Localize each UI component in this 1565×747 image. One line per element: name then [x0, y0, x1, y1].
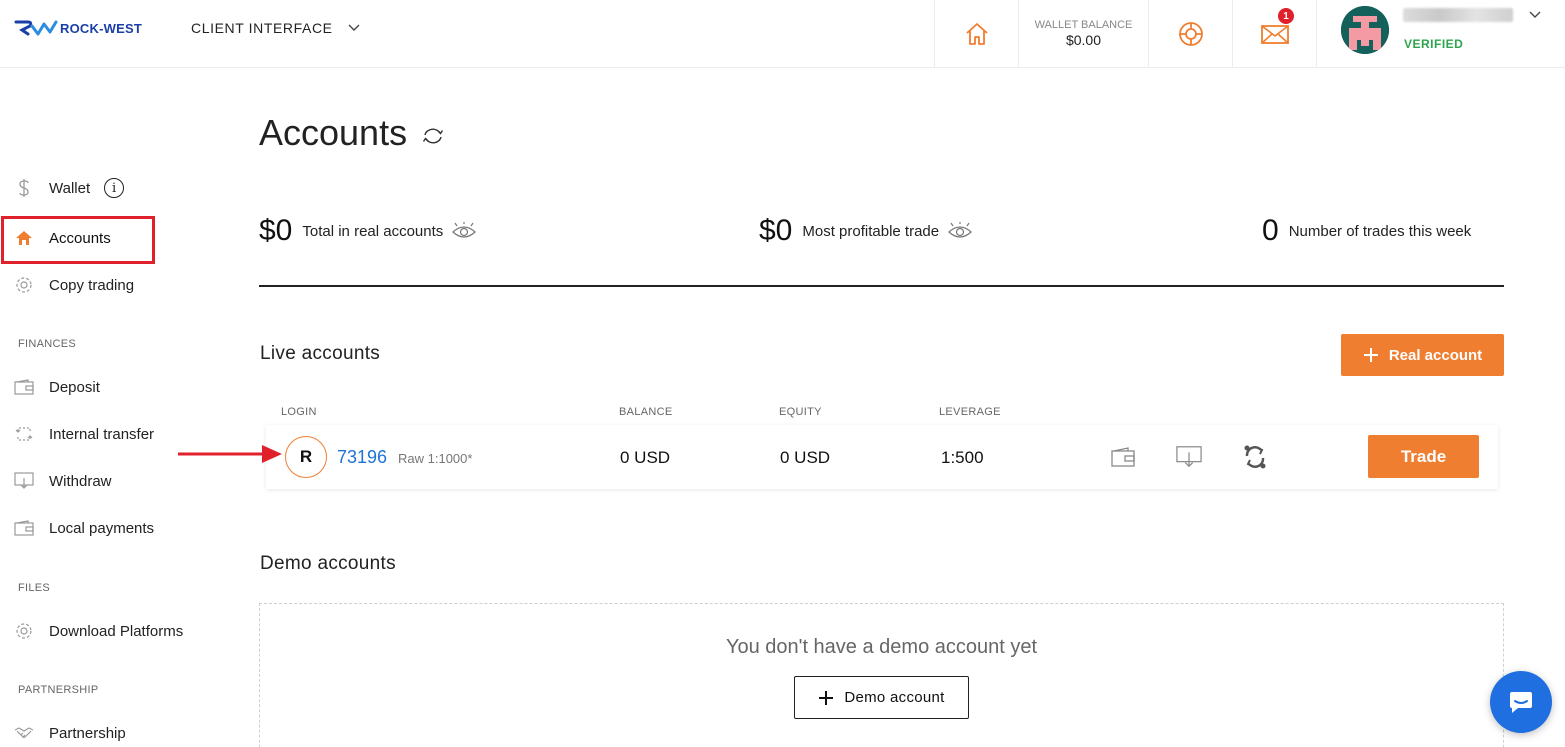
refresh-icon[interactable] [421, 126, 445, 146]
withdraw-icon [1176, 446, 1202, 468]
stat-label: Most profitable trade [802, 222, 940, 240]
column-header-balance: BALANCE [619, 406, 673, 418]
plus-icon [1363, 348, 1378, 362]
page-title-text: Accounts [259, 112, 408, 153]
lifebuoy-icon [1178, 22, 1203, 46]
sidebar-item-label: Copy trading [49, 276, 135, 294]
stat-total-real: $0 Total in real accounts [259, 214, 477, 248]
column-header-login: LOGIN [281, 406, 317, 418]
info-icon[interactable]: i [104, 178, 125, 198]
stat-label: Number of trades this week [1288, 222, 1472, 240]
wallet-balance[interactable]: WALLET BALANCE $0.00 [1018, 0, 1148, 68]
column-header-equity: EQUITY [779, 406, 822, 418]
plus-icon [819, 690, 834, 705]
wallet-icon [1111, 447, 1135, 467]
account-login-link[interactable]: 73196 [337, 447, 387, 468]
sidebar-item-download-platforms[interactable]: Download Platforms [14, 621, 183, 641]
trade-button[interactable]: Trade [1368, 435, 1479, 478]
sidebar-section-files: FILES [18, 582, 51, 594]
column-header-leverage: LEVERAGE [939, 406, 1001, 418]
account-type-label: Raw 1:1000* [398, 451, 473, 466]
stat-trades-week: 0 Number of trades this week [1262, 214, 1479, 248]
account-equity: 0 USD [780, 448, 831, 467]
account-leverage: 1:500 [941, 448, 984, 467]
wallet-icon [14, 377, 34, 397]
real-account-label: Real account [1388, 346, 1483, 364]
sidebar-item-label: Wallet [49, 179, 91, 197]
home-icon [14, 228, 34, 248]
rock-west-logo-icon [14, 20, 58, 36]
stat-label: Total in real accounts [302, 222, 444, 240]
sidebar-item-label: Download Platforms [49, 622, 184, 640]
withdraw-icon [14, 471, 34, 491]
stat-value: $0 [259, 214, 293, 247]
wallet-icon [14, 518, 34, 538]
transfer-action-button[interactable] [1242, 444, 1268, 470]
deposit-action-button[interactable] [1110, 444, 1136, 470]
sidebar-item-label: Partnership [49, 724, 126, 742]
sidebar-section-finances: FINANCES [18, 338, 77, 350]
red-arrow-annotation [178, 445, 282, 463]
gear-icon [14, 621, 34, 641]
sidebar-item-label: Local payments [49, 519, 155, 537]
wallet-balance-label: WALLET BALANCE [1034, 19, 1133, 31]
chevron-down-icon [348, 24, 360, 31]
demo-accounts-title: Demo accounts [260, 553, 396, 574]
dollar-icon [14, 178, 34, 198]
stat-value: $0 [759, 214, 793, 247]
transfer-icon [14, 424, 34, 444]
sidebar-item-local-payments[interactable]: Local payments [14, 518, 154, 538]
gear-icon [14, 275, 34, 295]
transfer-icon [1244, 445, 1266, 469]
sidebar-item-accounts[interactable]: Accounts [14, 228, 111, 248]
sidebar-item-label: Internal transfer [49, 425, 155, 443]
chat-icon [1510, 692, 1532, 713]
eye-icon[interactable] [451, 222, 477, 240]
add-demo-account-button[interactable]: Demo account [794, 676, 969, 719]
demo-accounts-panel [259, 603, 1504, 747]
sidebar-item-copy-trading[interactable]: Copy trading [14, 275, 134, 295]
sidebar-item-deposit[interactable]: Deposit [14, 377, 100, 397]
chevron-down-icon[interactable] [1528, 10, 1542, 20]
stat-value: 0 [1262, 214, 1279, 247]
account-type-badge: R [285, 436, 327, 478]
notification-badge: 1 [1278, 8, 1294, 24]
brand-name: ROCK-WEST [60, 20, 142, 36]
messages-button[interactable]: 1 [1232, 0, 1316, 68]
brand-logo[interactable]: ROCK-WEST [14, 18, 142, 38]
sidebar-section-partnership: PARTNERSHIP [18, 684, 99, 696]
verified-status: VERIFIED [1404, 37, 1464, 51]
withdraw-action-button[interactable] [1176, 444, 1202, 470]
support-button[interactable] [1148, 0, 1232, 68]
home-button[interactable] [934, 0, 1018, 68]
live-accounts-title: Live accounts [260, 343, 381, 364]
user-name-redacted [1403, 8, 1513, 22]
top-bar: ROCK-WEST CLIENT INTERFACE WALLET BALANC… [0, 0, 1565, 68]
live-chat-button[interactable] [1490, 671, 1552, 733]
stat-most-profitable: $0 Most profitable trade [759, 214, 973, 248]
sidebar-item-wallet[interactable]: Wallet i [14, 178, 125, 198]
account-balance: 0 USD [620, 448, 671, 467]
page-title: Accounts [259, 112, 445, 154]
client-interface-label: CLIENT INTERFACE [191, 20, 333, 36]
home-icon [965, 23, 988, 45]
add-real-account-button[interactable]: Real account [1341, 334, 1504, 376]
sidebar-item-withdraw[interactable]: Withdraw [14, 471, 112, 491]
avatar-identicon-icon [1341, 6, 1389, 54]
handshake-icon [14, 723, 34, 743]
demo-account-label: Demo account [844, 689, 945, 706]
sidebar-item-label: Deposit [49, 378, 100, 396]
sidebar-item-label: Withdraw [49, 472, 112, 490]
avatar[interactable] [1341, 6, 1389, 54]
stats-divider [259, 285, 1504, 287]
sidebar-item-partnership[interactable]: Partnership [14, 723, 126, 743]
client-interface-dropdown[interactable]: CLIENT INTERFACE [191, 20, 361, 36]
eye-icon[interactable] [947, 222, 973, 240]
wallet-balance-value: $0.00 [1065, 32, 1102, 48]
mail-icon [1260, 25, 1289, 44]
sidebar-item-internal-transfer[interactable]: Internal transfer [14, 424, 154, 444]
demo-empty-message: You don't have a demo account yet [725, 636, 1038, 658]
sidebar-item-label: Accounts [49, 229, 111, 247]
